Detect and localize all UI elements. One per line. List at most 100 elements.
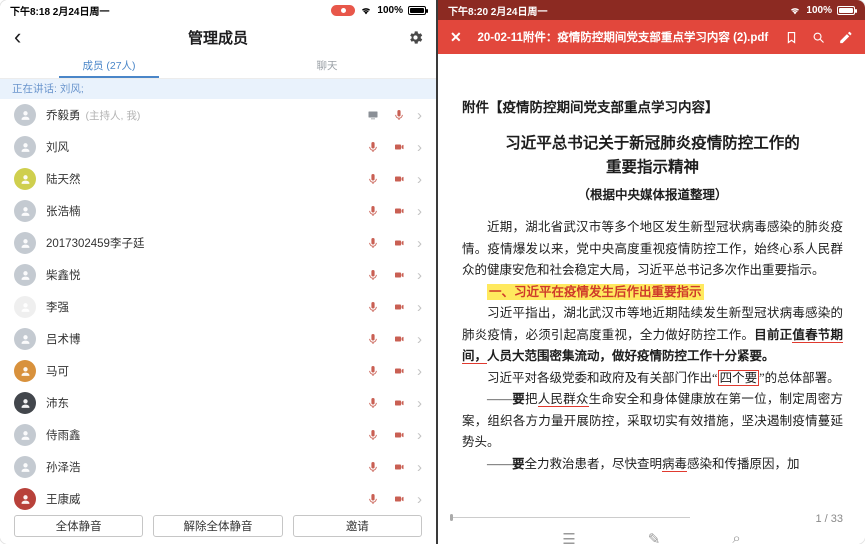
left-battery-percent: 100%: [377, 5, 403, 16]
member-status-icons: [367, 269, 405, 281]
member-status-icons: [367, 173, 405, 185]
meeting-panel: 下午8:18 2月24日周一 100% ‹ 管理成员 成员 (27人) 聊天 正…: [0, 0, 438, 544]
chevron-right-icon: ›: [417, 268, 422, 283]
pdf-file-title: 20-02-11附件：疫情防控期间党支部重点学习内容 (2).pdf: [474, 29, 772, 45]
member-status-icons: [367, 493, 405, 505]
avatar: [14, 136, 36, 158]
member-role-label: (主持人, 我): [86, 108, 141, 123]
mute-all-button[interactable]: 全体静音: [14, 515, 143, 537]
camera-icon: [393, 301, 405, 313]
split-screen: 下午8:18 2月24日周一 100% ‹ 管理成员 成员 (27人) 聊天 正…: [0, 0, 865, 544]
bookmark-icon[interactable]: [784, 30, 799, 45]
mic-icon: [367, 333, 379, 345]
edit-tools-icon[interactable]: ✎: [648, 530, 661, 544]
annotate-pencil-icon[interactable]: [838, 30, 853, 45]
scrubber-handle[interactable]: [450, 514, 453, 521]
screen-recording-indicator: [331, 5, 355, 16]
member-row[interactable]: 陆天然 ›: [0, 163, 436, 195]
page-indicator: 1 / 33: [815, 513, 843, 525]
mic-icon: [367, 237, 379, 249]
mic-icon: [367, 429, 379, 441]
invite-button[interactable]: 邀请: [293, 515, 422, 537]
doc-paragraph-3: 习近平对各级党委和政府及有关部门作出“四个要”的总体部署。: [462, 368, 843, 390]
member-row[interactable]: 李强 ›: [0, 291, 436, 323]
member-name: 刘风: [46, 139, 69, 155]
now-speaking-banner: 正在讲话: 刘风;: [0, 79, 436, 99]
avatar: [14, 360, 36, 382]
chevron-right-icon: ›: [417, 140, 422, 155]
camera-icon: [393, 429, 405, 441]
avatar: [14, 232, 36, 254]
camera-icon: [393, 173, 405, 185]
camera-icon: [393, 141, 405, 153]
chevron-right-icon: ›: [417, 364, 422, 379]
chevron-right-icon: ›: [417, 396, 422, 411]
member-row[interactable]: 马可 ›: [0, 355, 436, 387]
member-row[interactable]: 乔毅勇 (主持人, 我) ›: [0, 99, 436, 131]
member-row[interactable]: 孙泽浩 ›: [0, 451, 436, 483]
member-name: 马可: [46, 363, 69, 379]
pdf-viewer-panel: 下午8:20 2月24日周一 100% ✕ 20-02-11附件：疫情防控期间党…: [438, 0, 865, 544]
mic-icon: [367, 397, 379, 409]
member-status-icons: [367, 461, 405, 473]
search-icon[interactable]: [811, 30, 826, 45]
chevron-right-icon: ›: [417, 300, 422, 315]
thumbnails-icon[interactable]: ☰: [562, 530, 575, 544]
member-list: 乔毅勇 (主持人, 我) › 刘风 › 陆天然 › 张浩楠 › 2: [0, 99, 436, 514]
right-battery-percent: 100%: [806, 5, 832, 16]
member-row[interactable]: 柴鑫悦 ›: [0, 259, 436, 291]
tab-chat[interactable]: 聊天: [218, 54, 436, 78]
member-status-icons: [367, 365, 405, 377]
unmute-all-button[interactable]: 解除全体静音: [153, 515, 282, 537]
camera-icon: [393, 397, 405, 409]
member-row[interactable]: 吕术博 ›: [0, 323, 436, 355]
member-status-icons: [367, 237, 405, 249]
meeting-footer: 全体静音 解除全体静音 邀请: [0, 514, 436, 544]
member-row[interactable]: 张浩楠 ›: [0, 195, 436, 227]
member-status-icons: [367, 141, 405, 153]
member-name: 孙泽浩: [46, 459, 81, 475]
zoom-search-icon[interactable]: ⌕: [732, 530, 740, 544]
member-row[interactable]: 刘风 ›: [0, 131, 436, 163]
member-name: 侍雨鑫: [46, 427, 81, 443]
avatar: [14, 168, 36, 190]
mic-icon: [367, 461, 379, 473]
avatar: [14, 392, 36, 414]
close-icon[interactable]: ✕: [450, 29, 462, 46]
nav-bar: ‹ 管理成员: [0, 20, 436, 54]
mic-icon: [367, 141, 379, 153]
red-box-annotation: 四个要: [718, 370, 760, 386]
right-status-time: 下午8:20 2月24日周一: [448, 3, 547, 18]
red-underline-annotation: 病毒: [662, 457, 687, 472]
doc-title-line2: 重要指示精神: [462, 156, 843, 180]
chevron-right-icon: ›: [417, 108, 422, 123]
back-button[interactable]: ‹: [14, 22, 21, 52]
member-status-icons: [367, 333, 405, 345]
left-status-time: 下午8:18 2月24日周一: [10, 3, 109, 18]
mic-icon: [367, 269, 379, 281]
member-status-icons: [367, 429, 405, 441]
member-row[interactable]: 2017302459李子廷 ›: [0, 227, 436, 259]
tab-members[interactable]: 成员 (27人): [0, 54, 218, 78]
battery-icon: [408, 6, 426, 15]
chevron-right-icon: ›: [417, 172, 422, 187]
chevron-right-icon: ›: [417, 492, 422, 507]
chevron-right-icon: ›: [417, 332, 422, 347]
member-row[interactable]: 侍雨鑫 ›: [0, 419, 436, 451]
member-row[interactable]: 王康威 ›: [0, 483, 436, 514]
avatar: [14, 328, 36, 350]
doc-subtitle: （根据中央媒体报道整理）: [462, 184, 843, 203]
mic-icon: [367, 173, 379, 185]
screen-icon: [367, 109, 379, 121]
right-status-bar: 下午8:20 2月24日周一 100%: [438, 0, 865, 20]
page-scrubber[interactable]: [450, 517, 690, 518]
camera-icon: [393, 333, 405, 345]
camera-icon: [393, 269, 405, 281]
member-name: 陆天然: [46, 171, 81, 187]
settings-gear-icon[interactable]: [407, 29, 424, 46]
page-title: 管理成员: [0, 27, 436, 48]
wifi-icon: [789, 6, 801, 15]
mic-icon: [367, 493, 379, 505]
member-row[interactable]: 沛东 ›: [0, 387, 436, 419]
doc-paragraph-1: 近期，湖北省武汉市等多个地区发生新型冠状病毒感染的肺炎疫情。疫情爆发以来，党中央…: [462, 217, 843, 282]
